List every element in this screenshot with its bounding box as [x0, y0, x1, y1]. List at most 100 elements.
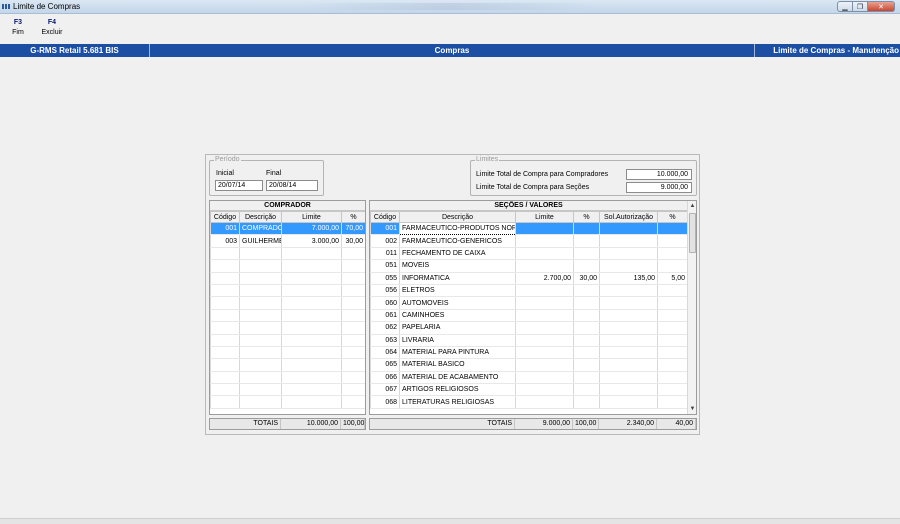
table-row[interactable]	[210, 247, 365, 261]
table-cell[interactable]	[599, 247, 658, 261]
table-cell[interactable]	[341, 296, 365, 310]
table-row[interactable]	[210, 321, 365, 335]
table-cell[interactable]	[341, 371, 365, 385]
table-cell[interactable]: 056	[370, 284, 400, 298]
table-cell[interactable]: 001	[210, 222, 240, 236]
col-sol-autorizacao[interactable]: Sol.Autorização	[599, 211, 658, 223]
table-cell[interactable]	[281, 358, 342, 372]
col-descricao[interactable]: Descrição	[239, 211, 282, 223]
table-row[interactable]: 066 MATERIAL DE ACABAMENTO	[370, 371, 688, 385]
table-cell[interactable]	[341, 309, 365, 323]
table-cell[interactable]	[599, 259, 658, 273]
table-cell[interactable]: 2.700,00	[515, 272, 574, 285]
scroll-down-icon[interactable]: ▼	[688, 404, 696, 414]
table-cell[interactable]: GUILHERME	[239, 234, 282, 248]
table-row[interactable]	[210, 383, 365, 397]
table-cell[interactable]	[515, 222, 574, 236]
table-cell[interactable]	[239, 259, 282, 273]
table-cell[interactable]	[210, 284, 240, 298]
table-cell[interactable]: 135,00	[599, 272, 658, 285]
table-row[interactable]: 063 LIVRARIA	[370, 334, 688, 347]
table-cell[interactable]	[239, 309, 282, 323]
table-row[interactable]	[210, 334, 365, 347]
table-cell[interactable]	[573, 296, 600, 310]
table-cell[interactable]	[657, 309, 688, 323]
table-cell[interactable]: 70,00	[341, 222, 365, 236]
table-cell[interactable]	[281, 371, 342, 385]
table-cell[interactable]	[657, 358, 688, 372]
table-cell[interactable]: CAMINHOES	[399, 309, 516, 323]
table-cell[interactable]	[657, 383, 688, 397]
table-cell[interactable]: 063	[370, 334, 400, 347]
table-row[interactable]	[210, 259, 365, 273]
table-cell[interactable]	[210, 247, 240, 261]
table-cell[interactable]	[599, 234, 658, 248]
table-cell[interactable]	[515, 309, 574, 323]
table-cell[interactable]	[599, 296, 658, 310]
table-cell[interactable]: 30,00	[341, 234, 365, 248]
table-cell[interactable]	[515, 247, 574, 261]
table-cell[interactable]	[281, 346, 342, 360]
table-cell[interactable]	[657, 346, 688, 360]
table-cell[interactable]	[281, 259, 342, 273]
table-cell[interactable]	[239, 358, 282, 372]
table-cell[interactable]	[210, 296, 240, 310]
table-cell[interactable]	[341, 395, 365, 409]
table-cell[interactable]	[515, 358, 574, 372]
table-cell[interactable]	[341, 247, 365, 261]
table-cell[interactable]: 002	[370, 234, 400, 248]
col-percent-aut[interactable]: %	[657, 211, 688, 223]
table-cell[interactable]	[657, 284, 688, 298]
table-cell[interactable]	[657, 222, 688, 236]
excluir-button[interactable]: F4 Excluir	[40, 19, 64, 36]
table-cell[interactable]: 061	[370, 309, 400, 323]
table-row[interactable]: 001 COMPRADOI 7.000,00 70,00	[210, 222, 365, 236]
table-cell[interactable]	[599, 371, 658, 385]
table-cell[interactable]	[573, 284, 600, 298]
table-cell[interactable]	[210, 395, 240, 409]
table-cell[interactable]	[599, 284, 658, 298]
table-cell[interactable]: 065	[370, 358, 400, 372]
table-cell[interactable]	[239, 321, 282, 335]
table-cell[interactable]	[657, 247, 688, 261]
table-cell[interactable]: 003	[210, 234, 240, 248]
table-cell[interactable]	[599, 334, 658, 347]
table-cell[interactable]	[281, 383, 342, 397]
col-percent[interactable]: %	[573, 211, 600, 223]
table-cell[interactable]	[515, 395, 574, 409]
table-cell[interactable]	[239, 284, 282, 298]
table-cell[interactable]	[281, 284, 342, 298]
final-date-input[interactable]: 20/08/14	[266, 180, 318, 191]
table-cell[interactable]	[515, 321, 574, 335]
table-cell[interactable]	[341, 259, 365, 273]
table-cell[interactable]	[341, 383, 365, 397]
table-cell[interactable]: 7.000,00	[281, 222, 342, 236]
table-cell[interactable]: FARMACEUTICO-PRODUTOS NORMA	[399, 221, 516, 236]
table-cell[interactable]: FARMACEUTICO-GENERICOS	[399, 234, 516, 248]
table-cell[interactable]: AUTOMOVEIS	[399, 296, 516, 310]
table-row[interactable]: 065 MATERIAL BASICO	[370, 358, 688, 372]
table-cell[interactable]: 055	[370, 272, 400, 285]
table-cell[interactable]	[210, 309, 240, 323]
table-cell[interactable]	[239, 296, 282, 310]
table-cell[interactable]	[599, 321, 658, 335]
table-cell[interactable]	[239, 272, 282, 285]
table-cell[interactable]: 051	[370, 259, 400, 273]
table-cell[interactable]	[239, 395, 282, 409]
scroll-thumb[interactable]	[689, 213, 696, 253]
table-cell[interactable]: MATERIAL BASICO	[399, 358, 516, 372]
table-cell[interactable]	[515, 346, 574, 360]
table-cell[interactable]: ELETROS	[399, 284, 516, 298]
table-row[interactable]	[210, 272, 365, 285]
table-cell[interactable]	[281, 272, 342, 285]
table-cell[interactable]	[281, 334, 342, 347]
table-row[interactable]: 067 ARTIGOS RELIGIOSOS	[370, 383, 688, 397]
table-cell[interactable]	[657, 371, 688, 385]
table-cell[interactable]	[341, 321, 365, 335]
table-row[interactable]: 011 FECHAMENTO DE CAIXA	[370, 247, 688, 261]
table-cell[interactable]	[515, 334, 574, 347]
table-cell[interactable]	[239, 383, 282, 397]
table-row[interactable]: 061 CAMINHOES	[370, 309, 688, 323]
table-cell[interactable]: MOVEIS	[399, 259, 516, 273]
table-cell[interactable]	[239, 334, 282, 347]
